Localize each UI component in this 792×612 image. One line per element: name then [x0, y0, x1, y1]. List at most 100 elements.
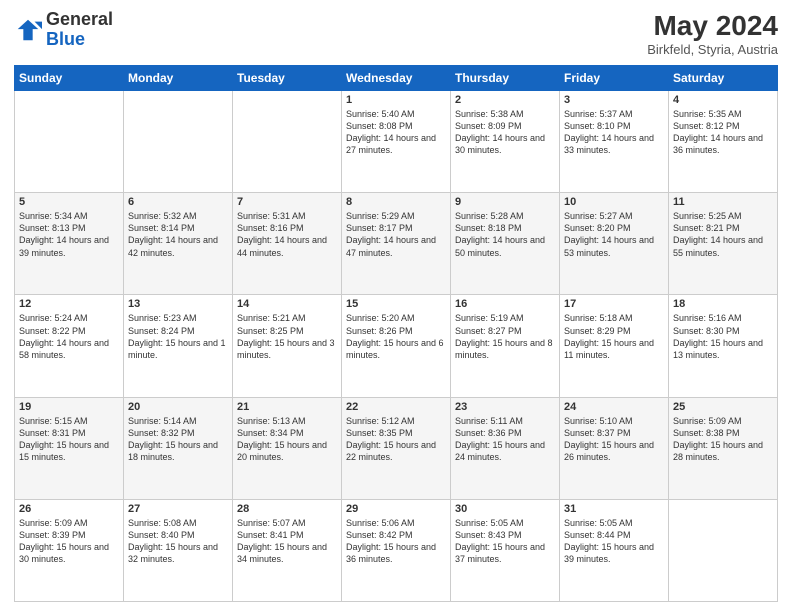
- logo-general-text: General: [46, 9, 113, 29]
- day-number: 1: [346, 94, 446, 106]
- day-info: Sunrise: 5:14 AM Sunset: 8:32 PM Dayligh…: [128, 415, 228, 464]
- cell-2-1: 13 Sunrise: 5:23 AM Sunset: 8:24 PM Dayli…: [124, 295, 233, 397]
- week-row-3: 19 Sunrise: 5:15 AM Sunset: 8:31 PM Dayli…: [15, 397, 778, 499]
- month-year: May 2024: [647, 10, 778, 42]
- day-number: 23: [455, 401, 555, 413]
- day-info: Sunrise: 5:23 AM Sunset: 8:24 PM Dayligh…: [128, 312, 228, 361]
- cell-3-0: 19 Sunrise: 5:15 AM Sunset: 8:31 PM Dayli…: [15, 397, 124, 499]
- day-number: 29: [346, 503, 446, 515]
- day-info: Sunrise: 5:21 AM Sunset: 8:25 PM Dayligh…: [237, 312, 337, 361]
- day-info: Sunrise: 5:24 AM Sunset: 8:22 PM Dayligh…: [19, 312, 119, 361]
- cell-4-5: 31 Sunrise: 5:05 AM Sunset: 8:44 PM Dayli…: [560, 499, 669, 601]
- cell-2-3: 15 Sunrise: 5:20 AM Sunset: 8:26 PM Dayli…: [342, 295, 451, 397]
- cell-2-6: 18 Sunrise: 5:16 AM Sunset: 8:30 PM Dayli…: [669, 295, 778, 397]
- day-number: 22: [346, 401, 446, 413]
- header: General Blue May 2024 Birkfeld, Styria, …: [14, 10, 778, 57]
- cell-3-6: 25Sunrise: 5:09 AM Sunset: 8:38 PM Dayli…: [669, 397, 778, 499]
- day-info: Sunrise: 5:37 AM Sunset: 8:10 PM Dayligh…: [564, 108, 664, 157]
- day-number: 27: [128, 503, 228, 515]
- logo: General Blue: [14, 10, 113, 50]
- day-info: Sunrise: 5:38 AM Sunset: 8:09 PM Dayligh…: [455, 108, 555, 157]
- day-info: Sunrise: 5:11 AM Sunset: 8:36 PM Dayligh…: [455, 415, 555, 464]
- cell-4-3: 29 Sunrise: 5:06 AM Sunset: 8:42 PM Dayli…: [342, 499, 451, 601]
- day-number: 17: [564, 298, 664, 310]
- col-tuesday: Tuesday: [233, 66, 342, 91]
- day-number: 30: [455, 503, 555, 515]
- day-number: 2: [455, 94, 555, 106]
- day-info: Sunrise: 5:20 AM Sunset: 8:26 PM Dayligh…: [346, 312, 446, 361]
- col-sunday: Sunday: [15, 66, 124, 91]
- cell-0-5: 3 Sunrise: 5:37 AM Sunset: 8:10 PM Daylig…: [560, 91, 669, 193]
- logo-icon: [14, 16, 42, 44]
- cell-4-4: 30 Sunrise: 5:05 AM Sunset: 8:43 PM Dayli…: [451, 499, 560, 601]
- day-number: 18: [673, 298, 773, 310]
- page: General Blue May 2024 Birkfeld, Styria, …: [0, 0, 792, 612]
- col-monday: Monday: [124, 66, 233, 91]
- day-number: 14: [237, 298, 337, 310]
- cell-1-1: 6Sunrise: 5:32 AM Sunset: 8:14 PM Daylig…: [124, 193, 233, 295]
- day-number: 20: [128, 401, 228, 413]
- day-info: Sunrise: 5:19 AM Sunset: 8:27 PM Dayligh…: [455, 312, 555, 361]
- day-info: Sunrise: 5:08 AM Sunset: 8:40 PM Dayligh…: [128, 517, 228, 566]
- logo-blue-text: Blue: [46, 29, 85, 49]
- day-number: 19: [19, 401, 119, 413]
- day-number: 9: [455, 196, 555, 208]
- day-number: 7: [237, 196, 337, 208]
- day-info: Sunrise: 5:13 AM Sunset: 8:34 PM Dayligh…: [237, 415, 337, 464]
- day-info: Sunrise: 5:09 AM Sunset: 8:39 PM Dayligh…: [19, 517, 119, 566]
- logo-text: General Blue: [46, 10, 113, 50]
- location: Birkfeld, Styria, Austria: [647, 42, 778, 57]
- day-number: 10: [564, 196, 664, 208]
- cell-0-1: [124, 91, 233, 193]
- cell-4-6: [669, 499, 778, 601]
- week-row-4: 26 Sunrise: 5:09 AM Sunset: 8:39 PM Dayli…: [15, 499, 778, 601]
- day-info: Sunrise: 5:18 AM Sunset: 8:29 PM Dayligh…: [564, 312, 664, 361]
- cell-4-0: 26 Sunrise: 5:09 AM Sunset: 8:39 PM Dayli…: [15, 499, 124, 601]
- day-number: 25: [673, 401, 773, 413]
- day-number: 16: [455, 298, 555, 310]
- cell-2-0: 12 Sunrise: 5:24 AM Sunset: 8:22 PM Dayli…: [15, 295, 124, 397]
- day-info: Sunrise: 5:34 AM Sunset: 8:13 PM Dayligh…: [19, 210, 119, 259]
- day-info: Sunrise: 5:10 AM Sunset: 8:37 PM Dayligh…: [564, 415, 664, 464]
- day-number: 28: [237, 503, 337, 515]
- day-info: Sunrise: 5:06 AM Sunset: 8:42 PM Dayligh…: [346, 517, 446, 566]
- col-friday: Friday: [560, 66, 669, 91]
- cell-3-4: 23 Sunrise: 5:11 AM Sunset: 8:36 PM Dayli…: [451, 397, 560, 499]
- day-info: Sunrise: 5:15 AM Sunset: 8:31 PM Dayligh…: [19, 415, 119, 464]
- day-info: Sunrise: 5:31 AM Sunset: 8:16 PM Dayligh…: [237, 210, 337, 259]
- cell-0-2: [233, 91, 342, 193]
- calendar-table: Sunday Monday Tuesday Wednesday Thursday…: [14, 65, 778, 602]
- cell-1-5: 10Sunrise: 5:27 AM Sunset: 8:20 PM Dayli…: [560, 193, 669, 295]
- day-info: Sunrise: 5:05 AM Sunset: 8:43 PM Dayligh…: [455, 517, 555, 566]
- cell-2-5: 17 Sunrise: 5:18 AM Sunset: 8:29 PM Dayli…: [560, 295, 669, 397]
- cell-3-1: 20 Sunrise: 5:14 AM Sunset: 8:32 PM Dayli…: [124, 397, 233, 499]
- cell-3-5: 24 Sunrise: 5:10 AM Sunset: 8:37 PM Dayli…: [560, 397, 669, 499]
- col-thursday: Thursday: [451, 66, 560, 91]
- day-number: 13: [128, 298, 228, 310]
- day-number: 26: [19, 503, 119, 515]
- day-info: Sunrise: 5:25 AM Sunset: 8:21 PM Dayligh…: [673, 210, 773, 259]
- cell-4-1: 27 Sunrise: 5:08 AM Sunset: 8:40 PM Dayli…: [124, 499, 233, 601]
- day-number: 3: [564, 94, 664, 106]
- week-row-1: 5Sunrise: 5:34 AM Sunset: 8:13 PM Daylig…: [15, 193, 778, 295]
- cell-1-3: 8Sunrise: 5:29 AM Sunset: 8:17 PM Daylig…: [342, 193, 451, 295]
- day-number: 15: [346, 298, 446, 310]
- day-number: 8: [346, 196, 446, 208]
- cell-0-6: 4Sunrise: 5:35 AM Sunset: 8:12 PM Daylig…: [669, 91, 778, 193]
- day-number: 4: [673, 94, 773, 106]
- week-row-0: 1Sunrise: 5:40 AM Sunset: 8:08 PM Daylig…: [15, 91, 778, 193]
- day-info: Sunrise: 5:32 AM Sunset: 8:14 PM Dayligh…: [128, 210, 228, 259]
- day-info: Sunrise: 5:07 AM Sunset: 8:41 PM Dayligh…: [237, 517, 337, 566]
- day-number: 31: [564, 503, 664, 515]
- cell-0-3: 1Sunrise: 5:40 AM Sunset: 8:08 PM Daylig…: [342, 91, 451, 193]
- day-number: 24: [564, 401, 664, 413]
- cell-3-2: 21 Sunrise: 5:13 AM Sunset: 8:34 PM Dayli…: [233, 397, 342, 499]
- day-info: Sunrise: 5:16 AM Sunset: 8:30 PM Dayligh…: [673, 312, 773, 361]
- day-info: Sunrise: 5:12 AM Sunset: 8:35 PM Dayligh…: [346, 415, 446, 464]
- cell-0-0: [15, 91, 124, 193]
- day-number: 12: [19, 298, 119, 310]
- day-info: Sunrise: 5:05 AM Sunset: 8:44 PM Dayligh…: [564, 517, 664, 566]
- col-saturday: Saturday: [669, 66, 778, 91]
- day-number: 21: [237, 401, 337, 413]
- cell-1-0: 5Sunrise: 5:34 AM Sunset: 8:13 PM Daylig…: [15, 193, 124, 295]
